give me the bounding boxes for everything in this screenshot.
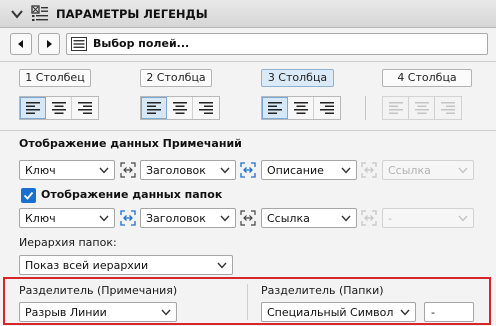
align-center-button[interactable]: [46, 97, 72, 119]
chevron-down-icon: [220, 167, 230, 174]
align-left-button[interactable]: [20, 97, 46, 119]
align-right-icon: [320, 102, 334, 114]
folders-separator-dropdown[interactable]: Специальный Символ: [261, 302, 416, 322]
notes-separator-label: Разделитель (Примечания): [19, 284, 178, 297]
chevron-down-icon: [458, 167, 468, 174]
dropdown-value: Ссылка: [388, 164, 431, 177]
link-active-icon[interactable]: [240, 162, 256, 178]
folders-separator-symbol-input[interactable]: -: [424, 302, 474, 322]
chevron-down-icon: [341, 167, 351, 174]
link-icon[interactable]: [120, 162, 136, 178]
tab-4-columns[interactable]: 4 Столбца: [382, 69, 472, 87]
align-left-button: [383, 97, 409, 119]
dropdown-value: Заголовок: [146, 212, 206, 225]
alignment-group-1: [19, 96, 99, 120]
align-left-button[interactable]: [141, 97, 167, 119]
align-left-icon: [146, 102, 161, 114]
dropdown-value: Специальный Символ: [267, 306, 394, 319]
chevron-down-icon: [458, 215, 468, 222]
align-right-icon: [78, 102, 92, 114]
chevron-down-icon: [400, 309, 410, 316]
folders-field-2-dropdown[interactable]: Заголовок: [140, 208, 236, 228]
notes-separator-dropdown[interactable]: Разрыв Линии: [19, 302, 177, 322]
link-disabled-icon: [361, 162, 377, 178]
divider: [0, 130, 496, 131]
divider: [0, 61, 496, 62]
folders-section-title: Отображение данных папок: [41, 188, 223, 201]
notes-section-title: Отображение данных Примечаний: [19, 137, 242, 150]
field-selector-label: Выбор полей...: [93, 37, 190, 50]
dropdown-value: Ссылка: [267, 212, 310, 225]
dropdown-value: Ключ: [25, 164, 56, 177]
align-center-button[interactable]: [167, 97, 193, 119]
align-left-button[interactable]: [262, 97, 288, 119]
tab-1-column[interactable]: 1 Столбец: [19, 69, 91, 87]
align-center-icon: [414, 102, 429, 114]
chevron-down-icon: [220, 215, 230, 222]
align-right-icon: [441, 102, 455, 114]
link-active-icon[interactable]: [120, 210, 136, 226]
folders-separator-label: Разделитель (Папки): [261, 284, 384, 297]
folders-field-4-dropdown: -: [382, 208, 474, 228]
alignment-group-4: [382, 96, 462, 120]
divider: [247, 284, 248, 320]
dropdown-value: -: [388, 212, 392, 225]
align-center-button[interactable]: [288, 97, 314, 119]
chevron-down-icon: [341, 215, 351, 222]
dropdown-value: Описание: [267, 164, 324, 177]
collapse-chevron-icon[interactable]: [9, 6, 25, 22]
chevron-down-icon: [99, 167, 109, 174]
align-right-button[interactable]: [193, 97, 219, 119]
align-right-icon: [199, 102, 213, 114]
folders-data-checkbox[interactable]: [21, 188, 36, 203]
link-icon[interactable]: [240, 210, 256, 226]
chevron-down-icon: [217, 262, 227, 269]
notes-field-4-dropdown: Ссылка: [382, 160, 474, 180]
folders-field-3-dropdown[interactable]: Ссылка: [261, 208, 357, 228]
align-center-button: [409, 97, 435, 119]
panel-title: ПАРАМЕТРЫ ЛЕГЕНДЫ: [56, 7, 208, 21]
dropdown-value: Разрыв Линии: [25, 306, 107, 319]
divider: [365, 96, 366, 120]
tab-3-columns[interactable]: 3 Столбца: [261, 69, 334, 87]
triangle-right-icon: [47, 40, 52, 48]
alignment-group-3: [261, 96, 341, 120]
align-right-button[interactable]: [314, 97, 340, 119]
notes-field-1-dropdown[interactable]: Ключ: [19, 160, 115, 180]
previous-button[interactable]: [10, 33, 32, 55]
align-left-icon: [388, 102, 403, 114]
align-left-icon: [25, 102, 40, 114]
folder-hierarchy-dropdown[interactable]: Показ всей иерархии: [19, 255, 233, 275]
fields-list-icon: [71, 37, 87, 51]
dropdown-value: Заголовок: [146, 164, 206, 177]
checkmark-icon: [23, 191, 34, 200]
notes-field-3-dropdown[interactable]: Описание: [261, 160, 357, 180]
input-value: -: [431, 306, 435, 319]
chevron-down-icon: [99, 215, 109, 222]
legend-settings-icon: [31, 5, 48, 21]
align-center-icon: [293, 102, 308, 114]
align-right-button: [435, 97, 461, 119]
align-center-icon: [172, 102, 187, 114]
chevron-down-icon: [161, 309, 171, 316]
dropdown-value: Показ всей иерархии: [25, 259, 149, 272]
link-disabled-icon: [361, 210, 377, 226]
folder-hierarchy-label: Иерархия папок:: [19, 236, 117, 249]
folders-field-1-dropdown[interactable]: Ключ: [19, 208, 115, 228]
alignment-group-2: [140, 96, 220, 120]
notes-field-2-dropdown[interactable]: Заголовок: [140, 160, 236, 180]
align-right-button[interactable]: [72, 97, 98, 119]
align-center-icon: [51, 102, 66, 114]
next-button[interactable]: [38, 33, 60, 55]
dropdown-value: Ключ: [25, 212, 56, 225]
tab-2-columns[interactable]: 2 Столбца: [140, 69, 212, 87]
triangle-left-icon: [18, 40, 23, 48]
align-left-icon: [267, 102, 282, 114]
